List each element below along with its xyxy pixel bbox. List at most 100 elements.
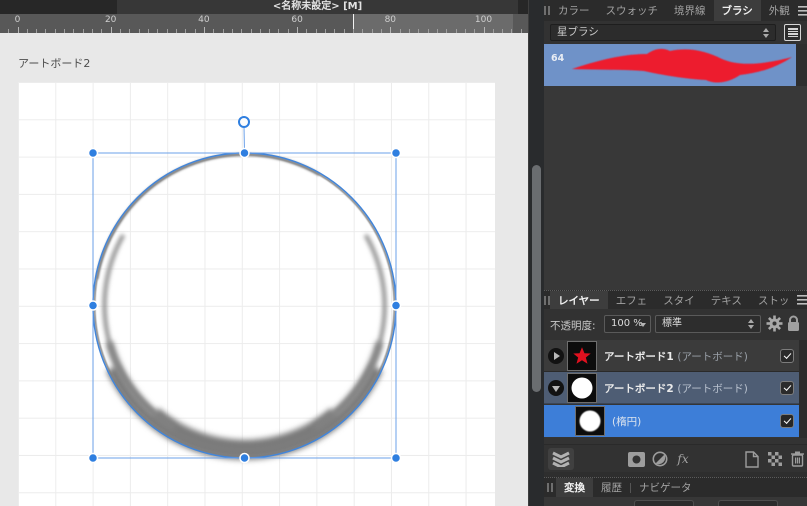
- ruler-tick-label: 60: [291, 15, 302, 25]
- layer-options-row: 不透明度: 100 % 標準: [544, 309, 807, 340]
- tab-stock[interactable]: ストッ: [750, 291, 798, 309]
- layer-name: アートボード2 (アートボード): [604, 381, 748, 396]
- panel-menu-button[interactable]: [797, 291, 807, 309]
- panel-drag-grip[interactable]: [544, 478, 556, 497]
- ruler-tick-label: 20: [105, 15, 116, 25]
- hamburger-menu-icon: [798, 5, 807, 17]
- check-icon: [784, 351, 792, 359]
- layer-list-gutter: [799, 340, 807, 438]
- tab-styles[interactable]: スタイ: [655, 291, 703, 309]
- opacity-label: 不透明度:: [550, 318, 596, 333]
- tab-transform[interactable]: 変換: [556, 478, 593, 497]
- selection-handle[interactable]: [89, 301, 98, 310]
- tab-navigator[interactable]: ナビゲータ: [631, 478, 700, 497]
- brush-list-gutter: [796, 44, 807, 86]
- layer-visibility-checkbox[interactable]: [780, 349, 794, 363]
- selection-handle[interactable]: [240, 149, 249, 158]
- selection-handle[interactable]: [240, 454, 249, 463]
- layer-visibility-checkbox[interactable]: [780, 381, 794, 395]
- selection-handle[interactable]: [89, 149, 98, 158]
- layer-thumbnail-circle[interactable]: [567, 373, 597, 403]
- lock-layer-button[interactable]: [787, 315, 800, 336]
- brush-list-empty-area: [544, 86, 807, 290]
- selection-handles[interactable]: [89, 149, 401, 463]
- hamburger-menu-icon: [797, 294, 807, 306]
- tab-stroke[interactable]: 境界線: [666, 0, 714, 21]
- layer-visibility-checkbox[interactable]: [780, 414, 794, 428]
- layer-settings-button[interactable]: [766, 315, 783, 336]
- ruler-tick-label: 100: [475, 15, 492, 25]
- blend-mode-select[interactable]: 標準: [655, 315, 761, 333]
- layer-effects-button[interactable]: fx: [672, 448, 694, 470]
- selection-handle[interactable]: [392, 301, 401, 310]
- tab-appearance[interactable]: 外観: [761, 0, 798, 21]
- select-spinner-icon: [748, 319, 755, 329]
- dropdown-arrow-icon: [640, 323, 646, 327]
- layer-row-artboard2[interactable]: アートボード2 (アートボード): [544, 372, 799, 404]
- brush-category-select[interactable]: 星ブラシ: [550, 24, 776, 41]
- list-view-button[interactable]: [784, 24, 801, 41]
- document-tab[interactable]: <名称未設定> [M]: [117, 0, 518, 14]
- adjustment-layer-button[interactable]: [650, 448, 670, 470]
- vertical-scrollbar[interactable]: [528, 0, 544, 506]
- opacity-dropdown[interactable]: 100 %: [604, 315, 651, 333]
- transform-panel-edge: [544, 497, 807, 506]
- lock-icon: [787, 315, 800, 332]
- mask-icon: [628, 452, 645, 467]
- brush-item[interactable]: 64: [544, 44, 796, 86]
- ruler-tick-label: 80: [385, 15, 396, 25]
- tab-text[interactable]: テキス: [703, 291, 750, 309]
- horizontal-ruler[interactable]: 0 20 40 60 80 100: [0, 14, 528, 33]
- tab-color[interactable]: カラー: [550, 0, 598, 21]
- stacked-chevrons-icon: [551, 451, 571, 467]
- layers-tab-bar: レイヤー エフェ スタイ テキス ストッ: [544, 290, 807, 309]
- fx-icon: fx: [677, 452, 688, 466]
- vertical-scrollbar-thumb[interactable]: [532, 165, 541, 392]
- brush-stroke-ellipse[interactable]: [95, 154, 395, 456]
- contrast-circle-icon: [652, 451, 668, 467]
- transform-field[interactable]: [718, 500, 778, 506]
- check-icon: [784, 383, 792, 391]
- ruler-tick-label: 0: [15, 15, 21, 25]
- transform-field[interactable]: [634, 500, 694, 506]
- brush-size-label: 64: [551, 53, 564, 64]
- layer-order-button[interactable]: [548, 448, 574, 470]
- selection-handle[interactable]: [392, 454, 401, 463]
- transform-tab-bar: 変換 履歴 ナビゲータ: [544, 477, 807, 497]
- check-icon: [784, 416, 792, 424]
- right-panel: カラー スウォッチ 境界線 ブラシ 外観 星ブラシ 64: [544, 0, 807, 506]
- selection-handle[interactable]: [89, 454, 98, 463]
- brushes-tab-bar: カラー スウォッチ 境界線 ブラシ 外観: [544, 0, 807, 21]
- rotation-handle[interactable]: [239, 117, 249, 127]
- expand-collapse-icon[interactable]: [548, 348, 564, 364]
- new-layer-button[interactable]: [742, 448, 762, 470]
- layers-toolbar: fx: [544, 444, 807, 472]
- brush-controls-row: 星ブラシ: [544, 21, 807, 44]
- tab-effects[interactable]: エフェ: [608, 291, 656, 309]
- tab-swatches[interactable]: スウォッチ: [598, 0, 667, 21]
- canvas-pasteboard[interactable]: アートボード2: [0, 33, 528, 506]
- ellipse-shape-with-selection[interactable]: [0, 33, 528, 506]
- transparency-button[interactable]: [765, 448, 785, 470]
- application-window: <名称未設定> [M] 0 20 40 60 80 100 アートボード2: [0, 0, 807, 506]
- star-icon: [571, 345, 593, 367]
- selection-handle[interactable]: [392, 149, 401, 158]
- layer-thumbnail-ellipse[interactable]: [575, 406, 605, 436]
- layer-thumbnail-star[interactable]: [567, 341, 597, 371]
- expand-collapse-icon[interactable]: [548, 380, 564, 396]
- layer-row-artboard1[interactable]: アートボード1 (アートボード): [544, 340, 799, 372]
- tab-history[interactable]: 履歴: [593, 478, 630, 497]
- mask-layer-button[interactable]: [626, 448, 646, 470]
- delete-layer-button[interactable]: [787, 448, 807, 470]
- ruler-tick-label: 40: [198, 15, 209, 25]
- opacity-value: 100 %: [611, 318, 643, 329]
- panel-menu-button[interactable]: [798, 0, 807, 21]
- layer-row-ellipse[interactable]: (楕円): [544, 405, 799, 437]
- checkerboard-icon: [768, 452, 782, 466]
- circle-icon: [570, 376, 594, 400]
- tab-layers[interactable]: レイヤー: [550, 291, 608, 309]
- layer-name: (楕円): [612, 414, 641, 429]
- title-bar: <名称未設定> [M]: [0, 0, 528, 14]
- tab-brushes[interactable]: ブラシ: [714, 0, 761, 21]
- trash-icon: [791, 451, 804, 467]
